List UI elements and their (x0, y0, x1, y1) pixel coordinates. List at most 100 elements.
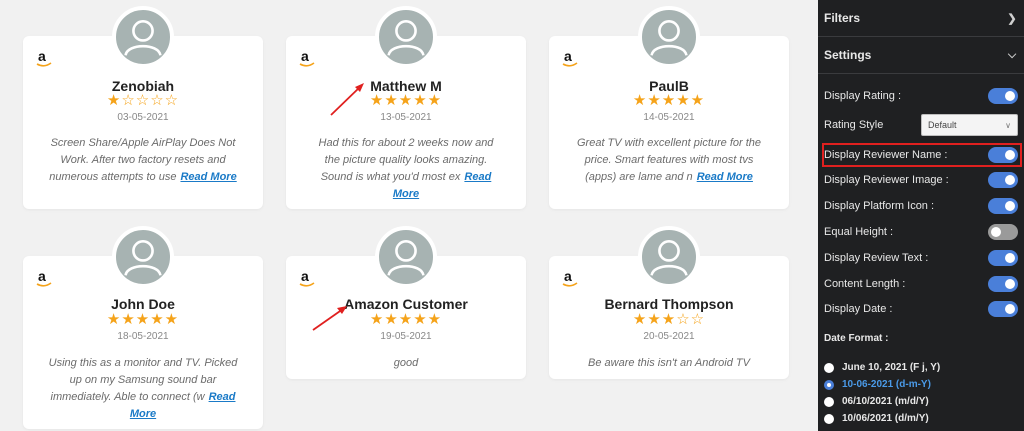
date-format-option[interactable]: 10-06-2021 (d-m-Y) (824, 376, 931, 393)
settings-label: Settings (824, 48, 872, 62)
avatar (638, 6, 700, 68)
star-filled-icon: ★ (427, 92, 443, 109)
star-filled-icon: ★ (121, 311, 136, 328)
avatar (375, 6, 437, 68)
svg-text:a: a (564, 48, 572, 64)
review-text: Had this for about 2 weeks now and the p… (310, 135, 502, 203)
star-filled-icon: ★ (647, 311, 662, 328)
reviewer-name: Bernard Thompson (604, 296, 734, 312)
star-filled-icon: ★ (106, 92, 122, 109)
review-card: a Matthew M ★★★★★ 13-05-2021 Had this fo… (286, 6, 526, 209)
avatar (112, 226, 174, 288)
svg-text:a: a (301, 48, 309, 64)
rating-style-label: Rating Style (824, 119, 884, 131)
review-text: good (310, 355, 502, 372)
rating-style-select[interactable]: Default ∨ (921, 114, 1018, 136)
star-filled-icon: ★ (150, 311, 165, 328)
star-filled-icon: ★ (690, 92, 706, 109)
star-filled-icon: ★ (398, 92, 414, 109)
chevron-down-icon: ∨ (1005, 120, 1011, 130)
display-date-label: Display Date : (824, 303, 893, 315)
amazon-icon: a (36, 268, 52, 287)
equal-height-toggle[interactable] (988, 224, 1018, 240)
settings-section-header[interactable]: Settings ⌵ (818, 37, 1024, 74)
read-more-link[interactable]: Read More (697, 171, 753, 183)
star-filled-icon: ★ (632, 92, 648, 109)
star-filled-icon: ★ (369, 92, 385, 109)
star-filled-icon: ★ (427, 311, 443, 328)
display-platform-icon-toggle[interactable] (988, 198, 1018, 214)
review-text: Screen Share/Apple AirPlay Does Not Work… (47, 135, 239, 186)
date-format-option[interactable]: June 10, 2021 (F j, Y) (824, 359, 940, 376)
star-filled-icon: ★ (647, 92, 662, 109)
star-empty-icon: ☆ (676, 311, 691, 328)
review-date: 18-05-2021 (117, 331, 169, 342)
display-reviewer-name-toggle[interactable] (988, 147, 1018, 163)
star-filled-icon: ★ (384, 92, 399, 109)
star-rating: ★★★★★ (549, 93, 789, 108)
filters-section-header[interactable]: Filters ❯ (818, 0, 1024, 37)
display-rating-toggle[interactable] (988, 88, 1018, 104)
display-date-toggle[interactable] (988, 301, 1018, 317)
amazon-icon: a (36, 48, 52, 67)
star-rating: ★★★★★ (286, 93, 526, 108)
star-filled-icon: ★ (106, 311, 122, 328)
content-length-row: Content Length : (818, 273, 1024, 295)
review-date: 20-05-2021 (643, 331, 695, 342)
read-more-link[interactable]: Read More (180, 171, 236, 183)
date-format-option-label: 06/10/2021 (m/d/Y) (842, 396, 929, 407)
annotation-arrow (330, 83, 364, 116)
review-date: 03-05-2021 (117, 112, 169, 123)
star-rating: ★★★☆☆ (549, 312, 789, 327)
reviews-grid: a Zenobiah ★☆☆☆☆ 03-05-2021 Screen Share… (0, 0, 818, 431)
star-empty-icon: ☆ (135, 92, 151, 109)
svg-text:a: a (301, 268, 309, 284)
display-reviewer-image-label: Display Reviewer Image : (824, 174, 949, 186)
display-rating-row: Display Rating : (818, 85, 1024, 107)
date-format-option[interactable]: 06/10/2021 (m/d/Y) (824, 393, 929, 410)
avatar (112, 6, 174, 68)
annotation-arrow (312, 306, 347, 331)
svg-text:a: a (564, 268, 572, 284)
avatar (638, 226, 700, 288)
equal-height-row: Equal Height : (818, 221, 1024, 243)
star-empty-icon: ☆ (150, 92, 165, 109)
star-filled-icon: ★ (384, 311, 399, 328)
radio-button[interactable] (824, 362, 834, 373)
amazon-icon: a (562, 268, 578, 287)
review-date: 14-05-2021 (643, 112, 695, 123)
content-length-toggle[interactable] (988, 276, 1018, 292)
date-format-option[interactable]: 10/06/2021 (d/m/Y) (824, 410, 929, 427)
equal-height-label: Equal Height : (824, 226, 894, 238)
review-text: Be aware this isn't an Android TV (573, 355, 765, 372)
radio-button[interactable] (824, 413, 834, 424)
display-reviewer-image-toggle[interactable] (988, 172, 1018, 188)
review-text-body: Be aware this isn't an Android TV (588, 357, 750, 369)
rating-style-value: Default (928, 120, 957, 130)
display-review-text-row: Display Review Text : (818, 247, 1024, 269)
amazon-icon: a (562, 48, 578, 67)
star-filled-icon: ★ (676, 92, 691, 109)
display-platform-icon-label: Display Platform Icon : (824, 200, 935, 212)
chevron-down-icon: ⌵ (1007, 48, 1017, 61)
amazon-icon: a (299, 48, 315, 67)
star-filled-icon: ★ (135, 311, 151, 328)
review-date: 13-05-2021 (380, 112, 432, 123)
reviewer-name: John Doe (111, 296, 175, 312)
radio-button[interactable] (824, 396, 834, 407)
display-review-text-toggle[interactable] (988, 250, 1018, 266)
star-filled-icon: ★ (413, 92, 428, 109)
date-format-option-label: 10/06/2021 (d/m/Y) (842, 413, 929, 424)
chevron-right-icon: ❯ (1007, 12, 1017, 25)
review-card: a John Doe ★★★★★ 18-05-2021 Using this a… (23, 226, 263, 429)
radio-button[interactable] (824, 379, 834, 390)
review-card: a PaulB ★★★★★ 14-05-2021 Great TV with e… (549, 6, 789, 209)
star-rating: ★★★★★ (23, 312, 263, 327)
review-text: Great TV with excellent picture for the … (573, 135, 765, 186)
review-text-body: good (393, 357, 419, 369)
display-reviewer-image-row: Display Reviewer Image : (818, 169, 1024, 191)
star-filled-icon: ★ (413, 311, 428, 328)
review-card: a Bernard Thompson ★★★☆☆ 20-05-2021 Be a… (549, 226, 789, 379)
display-date-row: Display Date : (818, 298, 1024, 320)
star-filled-icon: ★ (661, 311, 677, 328)
